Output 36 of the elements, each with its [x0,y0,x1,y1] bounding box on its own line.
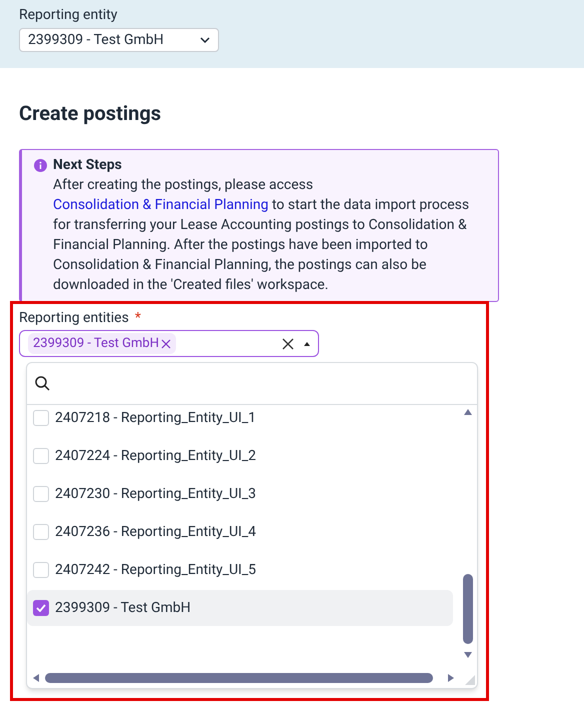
remove-icon[interactable] [160,338,171,348]
resize-grip-icon [465,675,475,685]
checkbox[interactable] [33,410,49,426]
required-mark: * [134,309,141,327]
checkbox[interactable] [33,600,49,616]
notice-title: Next Steps [53,156,123,175]
entity-select[interactable]: 2399309 - Test GmbH [19,28,219,52]
field-label: Reporting entities [19,309,129,327]
notice-text: After creating the postings, please access Consolidation & Financial Planning to start the data import process for transferring your Lease Accounting postings to Consolidation & Financial Planning. After the postings have been imported to Consolidation & Financial Planning, the postings can also be downloaded in the 'Created files' workspace. [53,176,470,295]
link[interactable]: Consolidation & Financial Planning [53,197,268,213]
page-heading: Create postings [19,100,162,126]
clear-icon[interactable] [282,338,294,350]
info-icon [34,159,47,172]
selected-chip[interactable]: 2399309 - Test GmbH [28,333,176,354]
option-row[interactable]: 2407242 - Reporting_Entity_UI_5 [27,552,453,588]
checkbox[interactable] [33,448,49,464]
option-label: 2407230 - Reporting_Entity_UI_3 [55,484,256,504]
multiselect-field[interactable]: 2399309 - Test GmbH [19,330,319,357]
caret-up-icon[interactable] [304,342,310,346]
option-row[interactable]: 2407224 - Reporting_Entity_UI_2 [27,438,453,474]
check-icon [36,604,46,612]
option-label: 2407224 - Reporting_Entity_UI_2 [55,446,256,466]
option-row[interactable]: 2407236 - Reporting_Entity_UI_4 [27,514,453,550]
chevron-down-icon [200,37,210,43]
option-label: 2407242 - Reporting_Entity_UI_5 [55,560,256,580]
option-row[interactable]: 2407230 - Reporting_Entity_UI_3 [27,476,453,512]
option-label: 2407218 - Reporting_Entity_UI_1 [55,408,256,428]
search-icon [35,376,50,391]
option-row[interactable]: 2399309 - Test GmbH [27,590,453,626]
option-row[interactable]: 2407218 - Reporting_Entity_UI_1 [27,400,453,436]
option-label: 2407236 - Reporting_Entity_UI_4 [55,522,256,542]
checkbox[interactable] [33,524,49,540]
option-label: 2399309 - Test GmbH [55,598,191,618]
checkbox[interactable] [33,562,49,578]
field-label: Reporting entity [19,6,118,24]
checkbox[interactable] [33,486,49,502]
